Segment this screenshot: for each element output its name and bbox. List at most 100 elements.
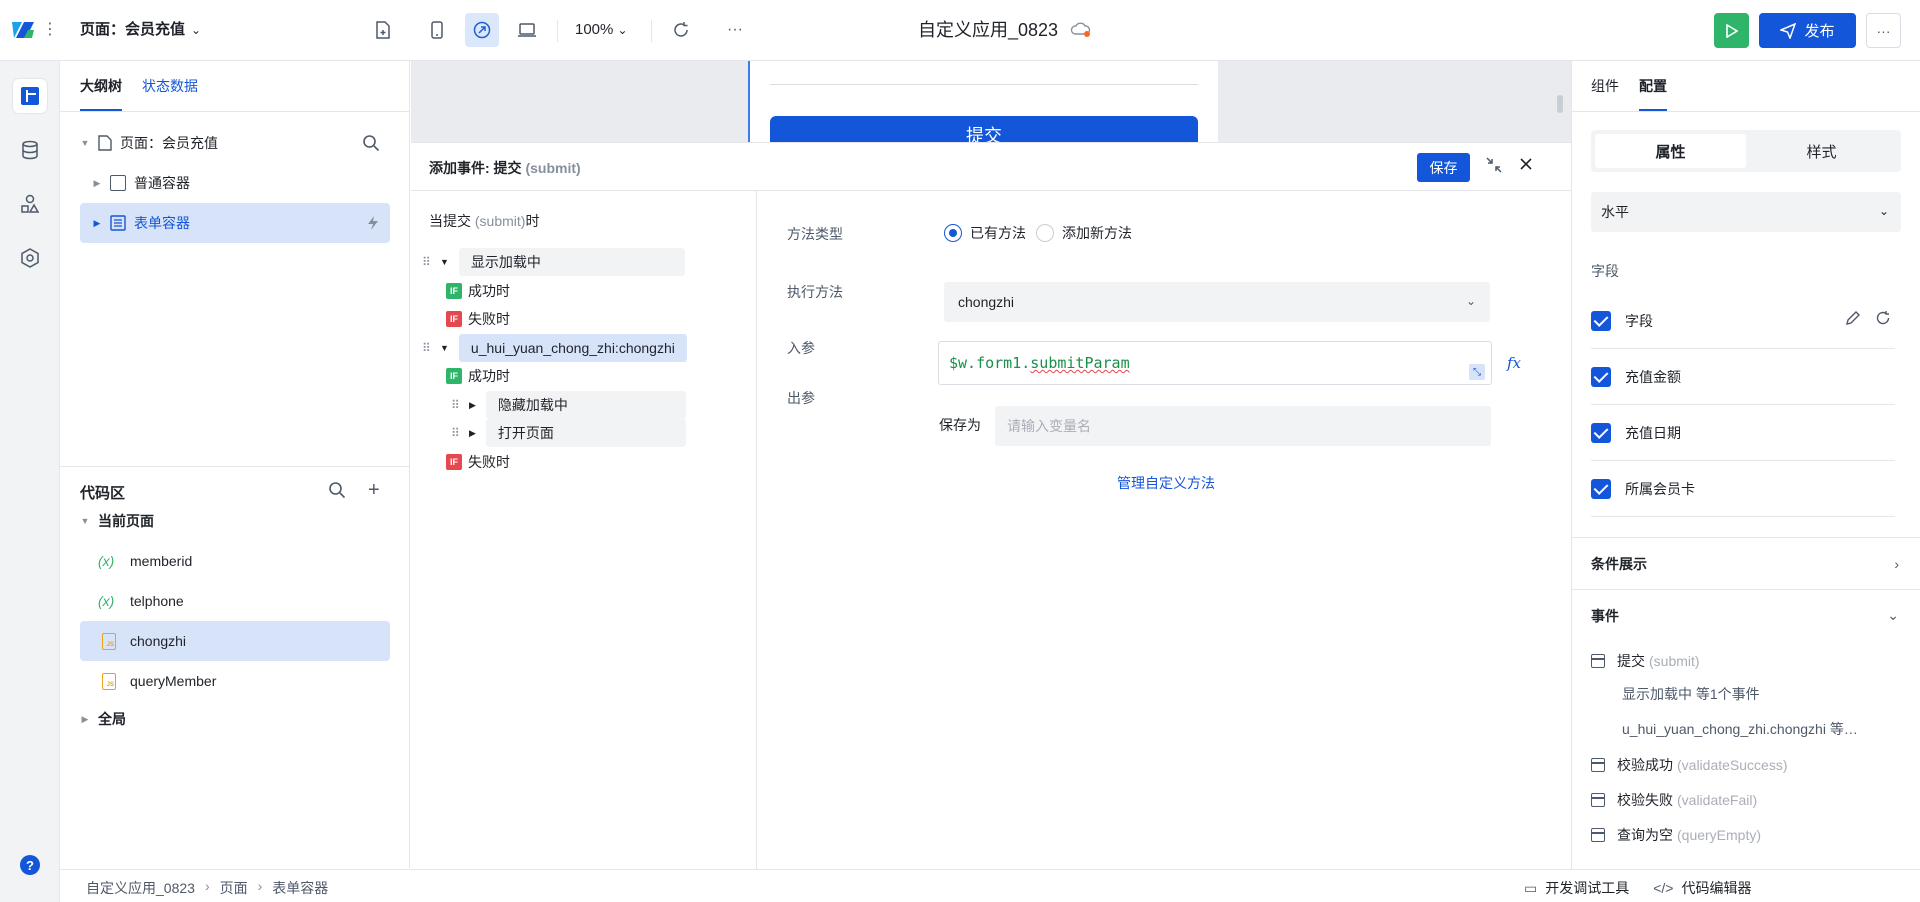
refresh-icon[interactable] — [1875, 310, 1891, 326]
tab-outline-tree[interactable]: 大纲树 — [80, 61, 122, 111]
action-hide-loading[interactable]: ⠿ ▶ 隐藏加载中 — [451, 391, 686, 419]
action-chip[interactable]: 打开页面 — [485, 419, 686, 447]
app-menu-icon[interactable]: ⋮ — [42, 18, 58, 42]
caret-down-icon[interactable]: ▼ — [80, 138, 90, 148]
tree-node-container[interactable]: ▶ 普通容器 — [80, 163, 390, 203]
event-item-validate-fail[interactable]: 校验失败 (validateFail) — [1591, 789, 1757, 811]
events-section[interactable]: 事件 ⌄ — [1572, 589, 1920, 641]
search-icon[interactable] — [328, 481, 346, 499]
branch-fail[interactable]: IF 失败时 — [446, 305, 510, 333]
expand-icon[interactable]: ⤡ — [1469, 364, 1485, 380]
action-chip[interactable]: 显示加载中 — [458, 248, 685, 276]
mobile-view-icon[interactable] — [420, 13, 454, 47]
action-chip[interactable]: 隐藏加载中 — [485, 391, 686, 419]
zoom-select[interactable]: 100% ⌄ — [575, 19, 628, 41]
drag-handle-icon[interactable]: ⠿ — [451, 426, 461, 440]
settings-hex-icon[interactable] — [13, 241, 47, 275]
action-open-page[interactable]: ⠿ ▶ 打开页面 — [451, 419, 686, 447]
field-row[interactable]: 所属会员卡 — [1591, 461, 1895, 517]
output-variable-input[interactable]: 请输入变量名 — [995, 406, 1491, 446]
action-chip[interactable]: u_hui_yuan_chong_zhi:chongzhi — [458, 334, 687, 362]
exec-method-select[interactable]: chongzhi ⌄ — [944, 282, 1490, 322]
radio-existing-method[interactable]: 已有方法 — [944, 223, 1026, 243]
caret-right-icon[interactable]: ▶ — [92, 178, 102, 189]
caret-down-icon[interactable]: ▼ — [80, 516, 90, 526]
caret-right-icon[interactable]: ▶ — [469, 428, 476, 439]
desktop-view-icon[interactable] — [510, 13, 544, 47]
action-show-loading[interactable]: ⠿ ▼ 显示加载中 — [422, 248, 685, 276]
conditional-display-section[interactable]: 条件展示 › — [1572, 537, 1920, 589]
field-row[interactable]: 充值金额 — [1591, 349, 1895, 405]
code-group-current-page[interactable]: ▼ 当前页面 — [80, 501, 390, 541]
field-row[interactable]: 充值日期 — [1591, 405, 1895, 461]
outline-nav-icon[interactable] — [13, 79, 47, 113]
function-icon[interactable]: fx — [1507, 354, 1521, 372]
input-param-expression[interactable]: $w.form1. submitParam ⤡ — [938, 341, 1492, 385]
app-logo[interactable] — [10, 18, 36, 42]
publish-button[interactable]: 发布 — [1759, 13, 1856, 48]
code-item-method[interactable]: JS queryMember — [80, 661, 390, 701]
caret-right-icon[interactable]: ▶ — [92, 218, 102, 229]
cloud-sync-icon[interactable] — [1070, 20, 1092, 38]
caret-right-icon[interactable]: ▶ — [80, 714, 90, 725]
layout-select[interactable]: 水平 ⌄ — [1591, 192, 1901, 232]
tab-styles[interactable]: 样式 — [1746, 134, 1897, 168]
add-icon[interactable]: + — [368, 479, 380, 502]
help-icon[interactable]: ? — [20, 855, 40, 875]
tree-node-form-container[interactable]: ▶ 表单容器 — [80, 203, 390, 243]
caret-down-icon[interactable]: ▼ — [440, 257, 449, 267]
breadcrumb-item[interactable]: 自定义应用_0823 — [86, 878, 195, 898]
save-button[interactable]: 保存 — [1417, 153, 1470, 182]
tree-node-page[interactable]: ▼ 页面：会员充值 — [80, 123, 390, 163]
checkbox-checked-icon[interactable] — [1591, 422, 1611, 443]
drag-handle-icon[interactable]: ⠿ — [422, 341, 432, 355]
drag-handle-icon[interactable]: ⠿ — [451, 398, 461, 412]
caret-down-icon[interactable]: ▼ — [440, 343, 449, 353]
edit-pencil-icon[interactable] — [1845, 310, 1861, 326]
branch-fail[interactable]: IF 失败时 — [446, 448, 510, 476]
radio-new-method[interactable]: 添加新方法 — [1036, 223, 1132, 243]
code-group-global[interactable]: ▶ 全局 — [80, 699, 390, 739]
preview-run-button[interactable] — [1714, 13, 1749, 48]
lightning-icon[interactable] — [366, 215, 380, 231]
branch-success[interactable]: IF 成功时 — [446, 362, 510, 390]
checkbox-checked-icon[interactable] — [1591, 478, 1611, 499]
add-page-icon[interactable] — [366, 13, 400, 47]
checkbox-checked-icon[interactable] — [1591, 366, 1611, 387]
event-item-query-empty[interactable]: 查询为空 (queryEmpty) — [1591, 824, 1761, 846]
dev-tools-button[interactable]: ▭ 开发调试工具 — [1524, 878, 1629, 898]
code-editor-button[interactable]: </> 代码编辑器 — [1653, 878, 1751, 898]
close-icon[interactable] — [1519, 157, 1533, 171]
canvas-scrollbar[interactable] — [1557, 95, 1563, 113]
tab-components[interactable]: 组件 — [1591, 61, 1619, 111]
event-action-summary[interactable]: u_hui_yuan_chong_zhi.chongzhi 等… — [1622, 719, 1882, 739]
database-icon[interactable] — [13, 133, 47, 167]
breadcrumb-item[interactable]: 表单容器 — [272, 878, 328, 898]
event-item-submit[interactable]: 提交 (submit) — [1591, 650, 1700, 672]
refresh-icon[interactable] — [664, 13, 698, 47]
caret-right-icon[interactable]: ▶ — [469, 400, 476, 411]
code-item-variable[interactable]: (x) telphone — [80, 581, 390, 621]
collapse-icon[interactable] — [1486, 157, 1502, 173]
tab-state-data[interactable]: 状态数据 — [142, 61, 198, 111]
search-icon[interactable] — [362, 134, 380, 152]
manage-methods-link-label[interactable]: 管理自定义方法 — [1117, 475, 1215, 491]
tab-config[interactable]: 配置 — [1639, 61, 1667, 111]
code-item-method[interactable]: JS chongzhi — [80, 621, 390, 661]
responsive-view-icon[interactable] — [465, 13, 499, 47]
action-call-method[interactable]: ⠿ ▼ u_hui_yuan_chong_zhi:chongzhi — [422, 334, 687, 362]
page-selector[interactable]: 页面：会员充值 ⌄ — [80, 19, 201, 41]
event-action-summary[interactable]: 显示加载中 等1个事件 — [1622, 684, 1882, 704]
branch-success[interactable]: IF 成功时 — [446, 277, 510, 305]
checkbox-checked-icon[interactable] — [1591, 310, 1611, 331]
manage-methods-link[interactable]: 管理自定义方法 — [757, 473, 1557, 493]
more-horizontal-icon[interactable]: ··· — [718, 13, 752, 47]
code-item-variable[interactable]: (x) memberid — [80, 541, 390, 581]
components-icon[interactable] — [13, 187, 47, 221]
tab-properties[interactable]: 属性 — [1595, 134, 1746, 168]
breadcrumb-item[interactable]: 页面 — [220, 878, 248, 898]
drag-handle-icon[interactable]: ⠿ — [422, 255, 432, 269]
event-item-validate-success[interactable]: 校验成功 (validateSuccess) — [1591, 754, 1788, 776]
field-row[interactable]: 字段 — [1591, 293, 1895, 349]
more-options-button[interactable]: ··· — [1866, 13, 1901, 48]
